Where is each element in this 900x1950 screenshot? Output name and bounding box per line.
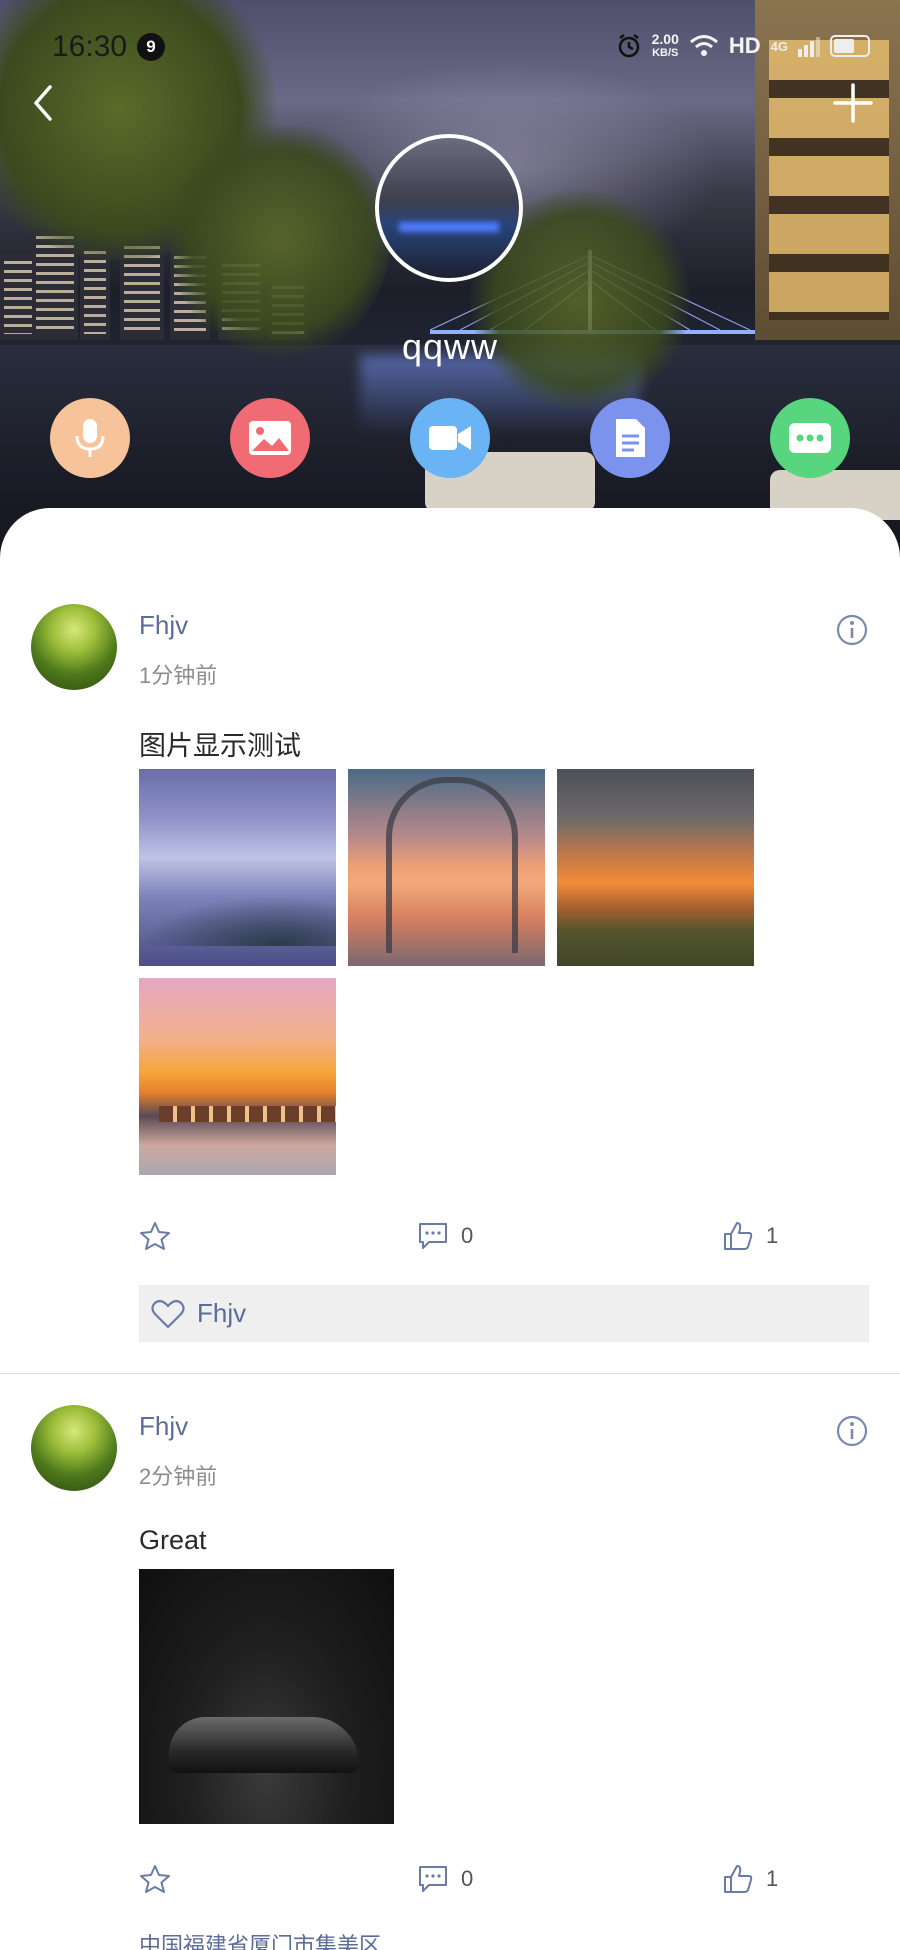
- comment-button[interactable]: 0: [417, 1863, 473, 1895]
- star-icon: [140, 1865, 170, 1893]
- like-button[interactable]: 1: [722, 1863, 778, 1895]
- heart-icon: [151, 1299, 185, 1328]
- back-button[interactable]: [18, 78, 68, 128]
- liked-by-box: Fhjv: [139, 1285, 869, 1342]
- post-action-bar: 0 1: [139, 1863, 879, 1903]
- post-image[interactable]: [139, 978, 336, 1175]
- author-avatar[interactable]: [31, 604, 117, 690]
- post-divider: [0, 1373, 900, 1374]
- more-icon: [789, 423, 831, 453]
- battery-icon: [830, 35, 870, 57]
- comment-icon: [419, 1223, 447, 1249]
- post-location[interactable]: 中国福建省厦门市集美区: [139, 1928, 381, 1950]
- author-avatar[interactable]: [31, 1405, 117, 1491]
- comment-icon: [419, 1866, 447, 1892]
- video-icon: [429, 426, 471, 450]
- post-image[interactable]: [139, 1569, 394, 1824]
- mic-icon: [75, 419, 105, 457]
- net-speed-value: 2.00: [651, 31, 679, 47]
- wifi-icon: [689, 35, 718, 56]
- info-icon[interactable]: [834, 1413, 870, 1449]
- image-post-button[interactable]: [230, 398, 310, 478]
- notification-badge: 9: [137, 33, 165, 61]
- comment-count: 0: [461, 1223, 474, 1248]
- info-icon[interactable]: [834, 612, 870, 648]
- post-text: 图片显示测试: [139, 731, 301, 761]
- post-time: 1分钟前: [139, 663, 218, 688]
- alarm-icon: [618, 34, 639, 58]
- profile-name: qqww: [401, 326, 499, 367]
- net-speed: 2.00 KB/S: [652, 32, 679, 60]
- profile-avatar[interactable]: [375, 134, 523, 282]
- tree: [170, 120, 390, 360]
- video-post-button[interactable]: [410, 398, 490, 478]
- document-icon: [616, 419, 645, 457]
- like-button[interactable]: 1: [722, 1220, 778, 1252]
- net-speed-unit: KB/S: [652, 47, 679, 59]
- post-image[interactable]: [557, 769, 754, 966]
- signal-icon: [798, 35, 820, 57]
- post-image[interactable]: [139, 769, 336, 966]
- document-post-button[interactable]: [590, 398, 670, 478]
- hd-indicator: HD: [728, 33, 761, 58]
- star-icon: [140, 1222, 170, 1250]
- image-icon: [249, 421, 291, 455]
- favorite-button[interactable]: [139, 1220, 171, 1252]
- status-bar: 16:30 9 2.00 KB/S HD 4G: [0, 28, 900, 68]
- post-text: Great: [139, 1525, 207, 1555]
- voice-post-button[interactable]: [50, 398, 130, 478]
- post-image[interactable]: [348, 769, 545, 966]
- thumbs-up-icon: [724, 1222, 753, 1250]
- like-count: 1: [766, 1866, 779, 1891]
- status-icons: 2.00 KB/S HD 4G: [616, 32, 870, 60]
- post-author[interactable]: Fhjv: [139, 610, 188, 641]
- chevron-left-icon: [34, 85, 52, 121]
- post-author[interactable]: Fhjv: [139, 1411, 188, 1442]
- post-action-bar: 0 1: [139, 1220, 879, 1260]
- network-type: 4G: [770, 38, 788, 54]
- comment-count: 0: [461, 1866, 474, 1891]
- like-count: 1: [766, 1223, 779, 1248]
- plus-icon: [833, 83, 873, 123]
- thumbs-up-icon: [724, 1865, 753, 1893]
- add-button[interactable]: [828, 78, 878, 128]
- liked-by-user[interactable]: Fhjv: [197, 1298, 246, 1329]
- comment-button[interactable]: 0: [417, 1220, 473, 1252]
- post-time: 2分钟前: [139, 1464, 218, 1489]
- more-post-button[interactable]: [770, 398, 850, 478]
- status-time: 16:30: [52, 30, 128, 63]
- favorite-button[interactable]: [139, 1863, 171, 1895]
- quick-actions: [0, 398, 900, 478]
